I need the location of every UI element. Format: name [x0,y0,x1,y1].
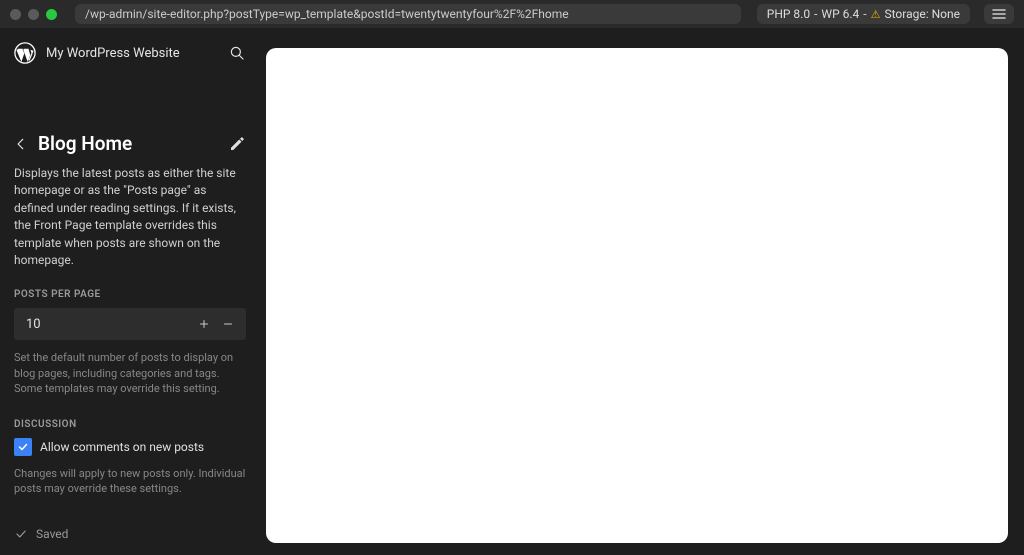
increment-button[interactable] [194,314,214,334]
search-button[interactable] [228,44,246,62]
php-version: PHP 8.0 [767,7,810,21]
panel-title: Blog Home [38,132,218,155]
site-title[interactable]: My WordPress Website [46,46,218,61]
check-icon [14,527,28,541]
wordpress-icon [14,42,36,64]
close-window-button[interactable] [10,9,21,20]
site-header: My WordPress Website [0,28,260,78]
posts-per-page-label: POSTS PER PAGE [14,289,246,300]
chevron-left-icon [14,137,28,151]
env-status-pill[interactable]: PHP 8.0 - WP 6.4 - ⚠ Storage: None [757,4,970,24]
back-button[interactable] [14,137,28,151]
posts-per-page-help: Set the default number of posts to displ… [14,350,246,396]
url-bar[interactable]: /wp-admin/site-editor.php?postType=wp_te… [75,4,741,24]
discussion-help: Changes will apply to new posts only. In… [14,466,246,497]
minus-icon [222,318,234,330]
allow-comments-label: Allow comments on new posts [40,440,204,454]
pencil-icon [228,135,246,153]
decrement-button[interactable] [218,314,238,334]
search-icon [228,44,246,62]
url-text: /wp-admin/site-editor.php?postType=wp_te… [85,7,569,21]
allow-comments-checkbox[interactable] [14,438,32,456]
hamburger-icon [992,9,1006,19]
hamburger-menu-button[interactable] [984,4,1014,24]
posts-per-page-stepper[interactable]: 10 [14,308,246,340]
save-status: Saved [36,527,68,541]
allow-comments-row[interactable]: Allow comments on new posts [14,438,246,456]
wordpress-logo-button[interactable] [14,42,36,64]
check-icon [17,441,29,453]
plus-icon [198,318,210,330]
warning-icon: ⚠ [871,8,881,21]
panel-body: Displays the latest posts as either the … [0,165,260,513]
editor-canvas[interactable] [266,48,1008,543]
discussion-label: DISCUSSION [14,419,246,430]
maximize-window-button[interactable] [46,9,57,20]
window-controls [10,9,57,20]
minimize-window-button[interactable] [28,9,39,20]
wp-version: WP 6.4 [821,7,859,21]
window-titlebar: /wp-admin/site-editor.php?postType=wp_te… [0,0,1024,28]
template-description: Displays the latest posts as either the … [14,165,246,269]
editor-canvas-wrapper [260,28,1024,555]
sidebar-footer: Saved [0,513,260,555]
edit-button[interactable] [228,135,246,153]
panel-header: Blog Home [0,114,260,165]
sidebar: My WordPress Website Blog Home [0,28,260,555]
posts-per-page-value[interactable]: 10 [26,317,194,332]
storage-status: Storage: None [884,7,960,21]
